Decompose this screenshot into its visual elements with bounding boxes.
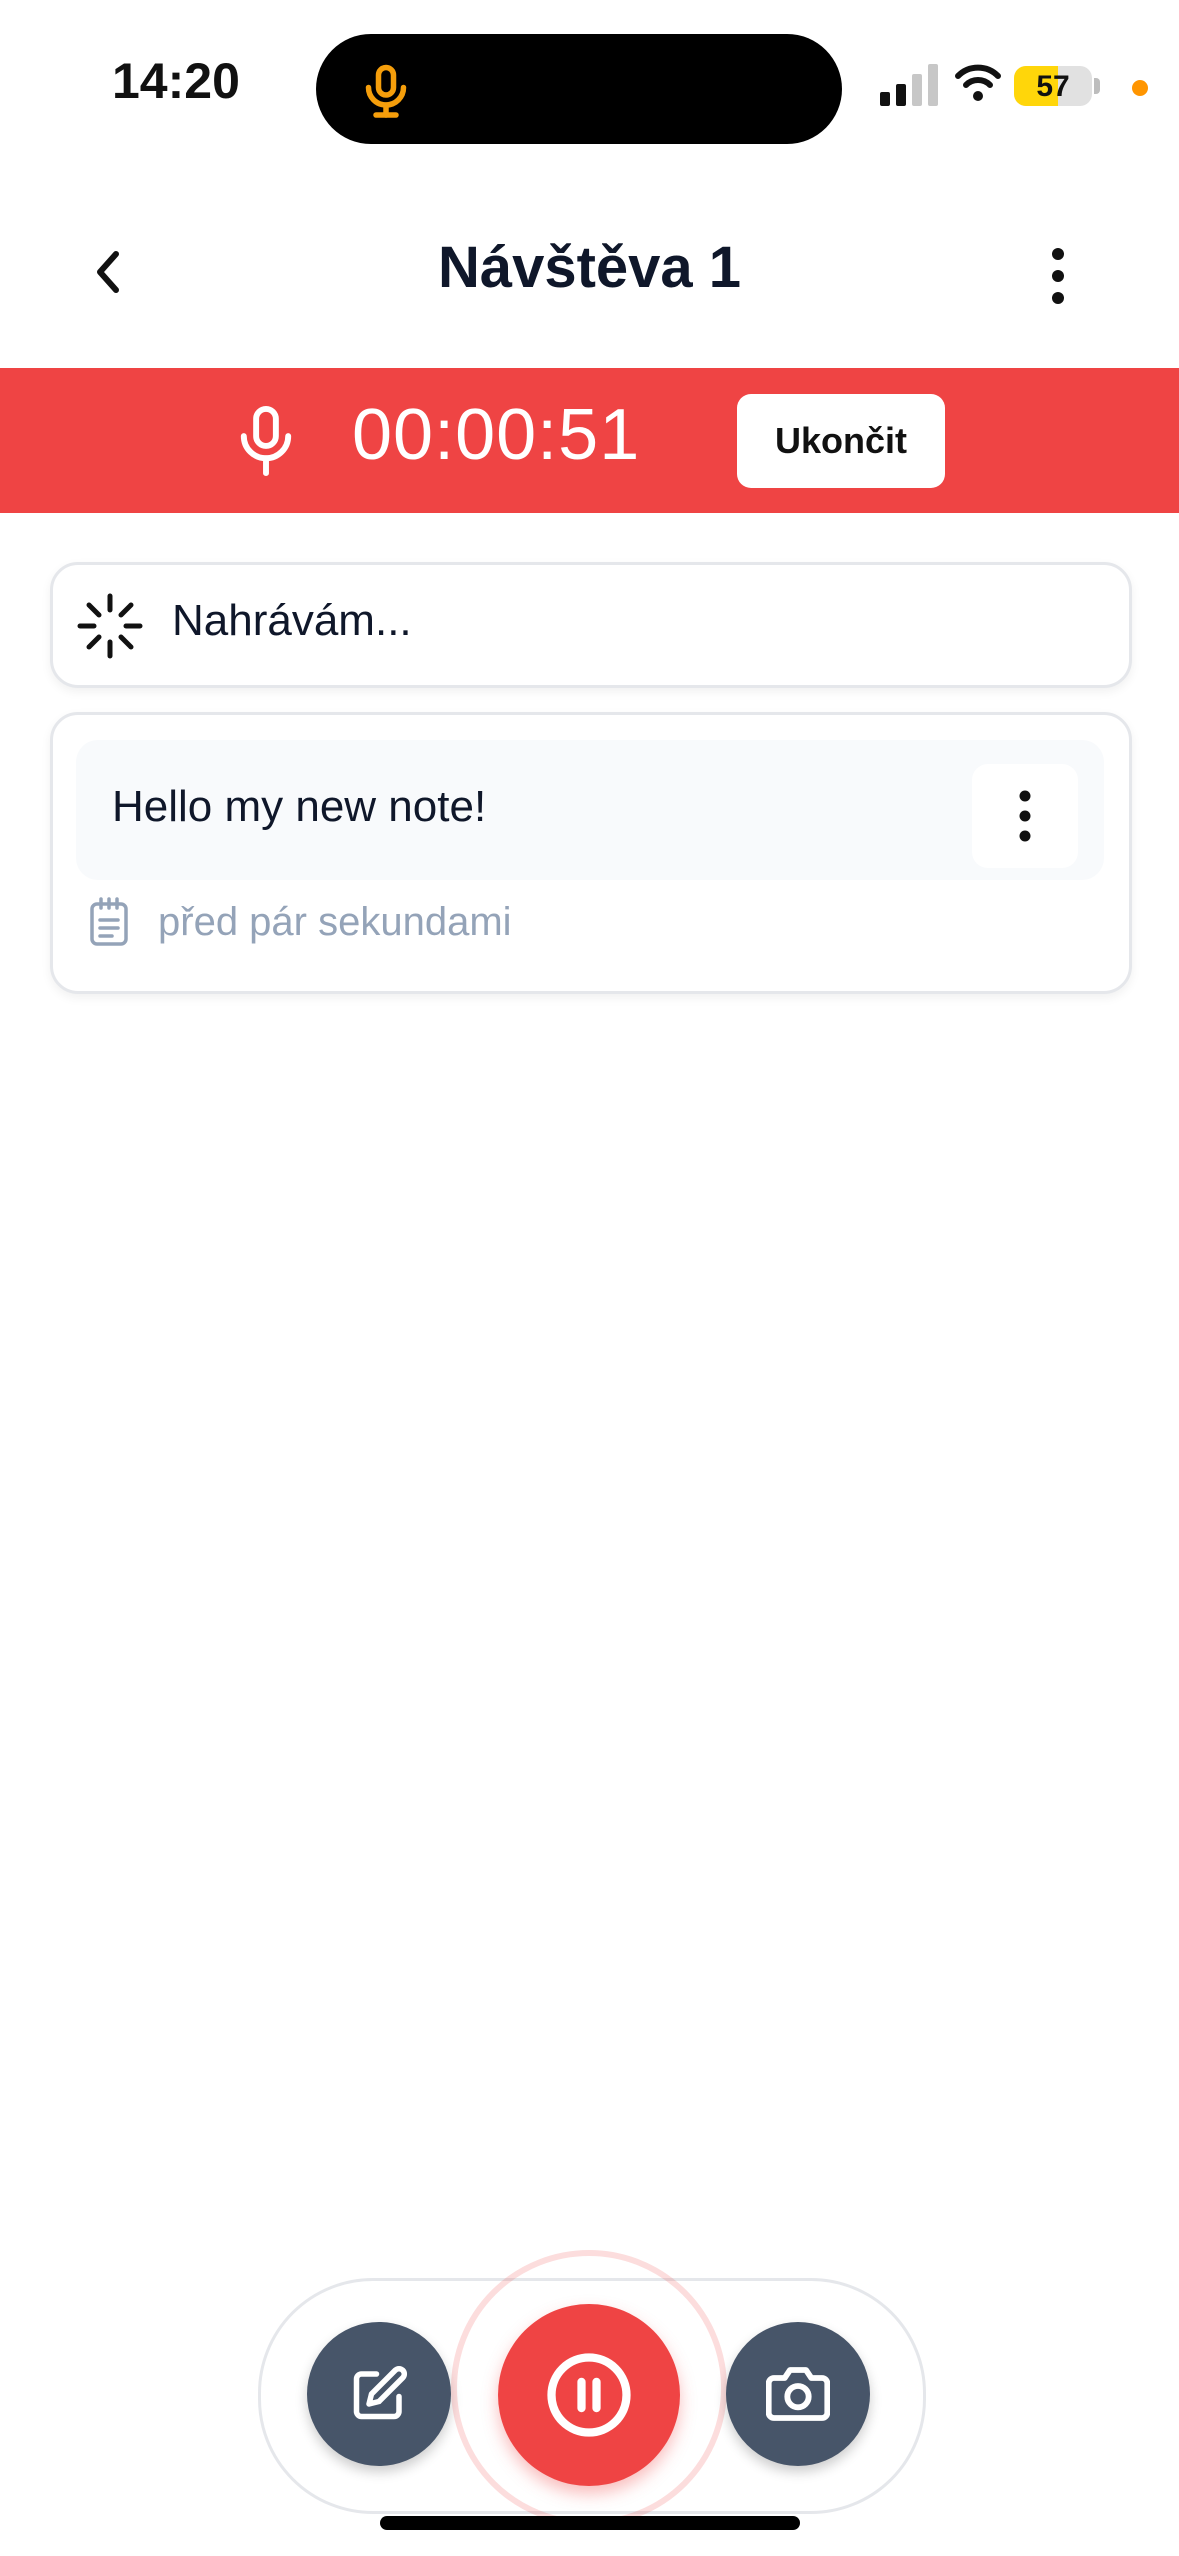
page-title: Návštěva 1: [437, 235, 742, 300]
recording-status-label: Nahrávám...: [172, 596, 412, 645]
battery-cap: [1094, 78, 1100, 94]
add-note-button[interactable]: [307, 2322, 451, 2466]
battery-indicator: 57: [1014, 66, 1092, 106]
end-recording-button[interactable]: Ukončit: [737, 394, 945, 488]
home-indicator: [380, 2516, 800, 2530]
status-time: 14:20: [112, 53, 240, 109]
cellular-signal-icon: [880, 64, 938, 106]
pause-icon: [547, 2353, 631, 2437]
loading-spinner-icon: [77, 593, 143, 659]
more-vertical-icon: [1019, 790, 1031, 842]
more-vertical-icon[interactable]: [1030, 236, 1086, 316]
note-timestamp: před pár sekundami: [158, 900, 512, 944]
dynamic-island: [316, 34, 842, 144]
microphone-icon: [240, 405, 292, 477]
notepad-icon: [90, 897, 128, 946]
camera-button[interactable]: [726, 2322, 870, 2466]
recording-timer: 00:00:51: [352, 395, 641, 475]
wifi-icon: [955, 64, 1001, 101]
edit-icon: [353, 2365, 408, 2420]
privacy-indicator-dot: [1132, 80, 1148, 96]
battery-percentage: 57: [1036, 70, 1070, 103]
note-options-button[interactable]: [972, 764, 1078, 868]
pause-recording-button[interactable]: [498, 2304, 680, 2486]
microphone-active-icon: [365, 64, 407, 118]
camera-icon: [766, 2367, 830, 2421]
note-text: Hello my new note!: [112, 782, 487, 831]
